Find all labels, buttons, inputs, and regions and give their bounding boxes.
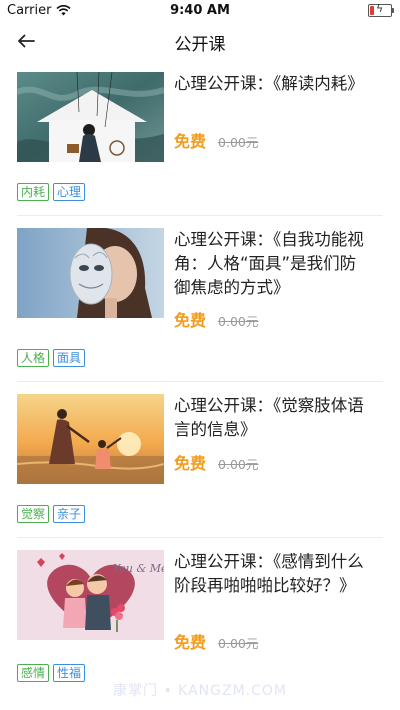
course-thumbnail-2 [17,228,164,318]
tag: 内耗 [17,183,50,201]
price-free: 免费 [174,633,207,652]
tag: 觉察 [17,505,50,523]
price-free: 免费 [174,311,207,330]
tag: 面具 [53,349,86,367]
course-list: 心理公开课：《解读内耗》 免费 0.00元 内耗 心理 心理公开课：《自我功能视… [0,60,400,696]
status-time: 9:40 AM [170,3,230,18]
price-row: 免费 0.00元 [174,450,258,474]
course-card-2[interactable]: 心理公开课：《自我功能视角：人格“面具”是我们防御焦虑的方式》 免费 0.00元… [17,216,383,382]
original-price: 0.00元 [218,636,259,651]
thumbnail-text: You & Me [113,562,164,575]
course-title: 心理公开课：《感情到什么阶段再啪啪啪比较好？》 [174,552,364,595]
course-card-3[interactable]: 心理公开课：《觉察肢体语言的信息》 免费 0.00元 觉察 亲子 [17,382,383,538]
watermark: 康掌门 • KANGZM.COM [113,683,287,699]
original-price: 0.00元 [218,135,259,150]
tag: 人格 [17,349,50,367]
original-price: 0.00元 [218,314,259,329]
course-title: 心理公开课：《解读内耗》 [174,74,364,93]
course-thumbnail-1 [17,72,164,162]
status-bar: Carrier 9:40 AM ϟ [0,0,400,22]
price-free: 免费 [174,132,207,151]
price-row: 免费 0.00元 [174,629,258,653]
course-card-4[interactable]: You & Me 心理公开课：《感情到什么阶段再啪啪啪比较好？》 免费 0.00… [17,538,383,696]
tag: 心理 [53,183,86,201]
page-title: 公开课 [174,35,226,55]
tag: 亲子 [53,505,86,523]
price-row: 免费 0.00元 [174,128,258,152]
price-row: 免费 0.00元 [174,307,258,331]
original-price: 0.00元 [218,457,259,472]
battery-icon: ϟ [368,2,394,17]
course-thumbnail-3 [17,394,164,484]
course-title: 心理公开课：《觉察肢体语言的信息》 [174,396,364,439]
tag-list: 觉察 亲子 [17,505,86,523]
course-title: 心理公开课：《自我功能视角：人格“面具”是我们防御焦虑的方式》 [174,230,364,297]
tag-list: 人格 面具 [17,349,86,367]
course-card-1[interactable]: 心理公开课：《解读内耗》 免费 0.00元 内耗 心理 [17,60,383,216]
navigation-bar: 公开课 [0,22,400,60]
course-thumbnail-4: You & Me [17,550,164,640]
price-free: 免费 [174,454,207,473]
tag-list: 内耗 心理 [17,183,86,201]
